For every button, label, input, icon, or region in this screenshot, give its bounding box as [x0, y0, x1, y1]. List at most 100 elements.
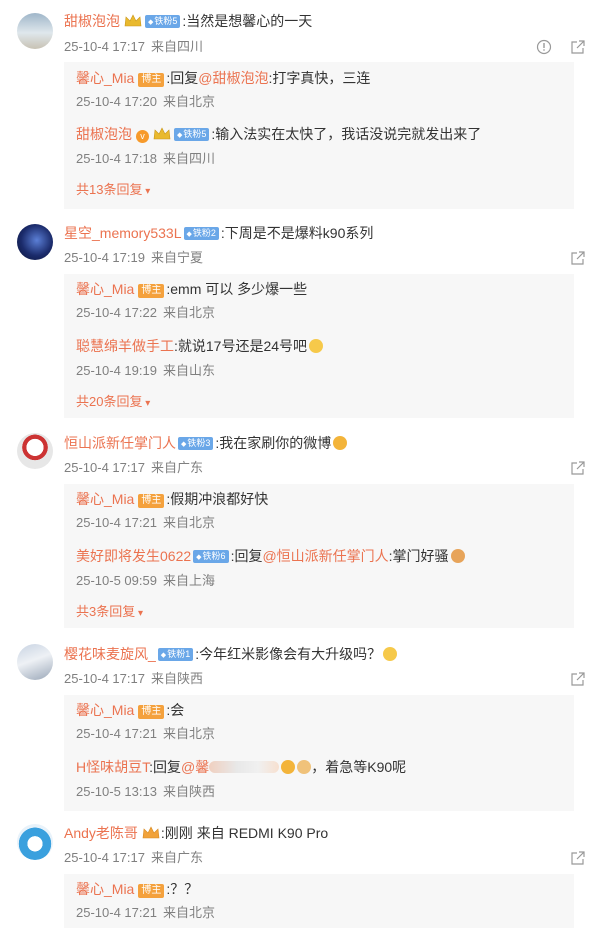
emoji-icon: [281, 760, 296, 774]
author-badge: 博主: [138, 494, 165, 508]
fan-badge: 铁粉6: [193, 550, 229, 563]
reply: 美好即将发生0622铁粉6:回复@恒山派新任掌门人:掌门好骚: [76, 546, 465, 566]
timestamp: 25-10-4 17:21: [76, 515, 157, 530]
reply-text: :emm 可以 多少爆一些: [166, 281, 308, 297]
reply: 馨心_Mia 博主:假期冲浪都好快: [76, 489, 268, 509]
avatar[interactable]: [17, 433, 53, 469]
avatar[interactable]: [17, 644, 53, 680]
more-replies-link[interactable]: 共13条回复: [76, 181, 150, 201]
reply-text: :就说17号还是24号吧: [174, 338, 308, 354]
timestamp: 25-10-4 17:21: [76, 726, 157, 741]
location: 来自广东: [150, 850, 203, 865]
username[interactable]: 馨心_Mia: [76, 70, 134, 86]
username[interactable]: 樱花味麦旋风_: [64, 646, 156, 662]
location: 来自北京: [162, 305, 215, 320]
crown-icon: [124, 14, 142, 27]
share-icon[interactable]: [570, 671, 586, 687]
reply-prefix: :回复: [149, 759, 182, 775]
timestamp: 25-10-5 09:59: [76, 573, 157, 588]
location: 来自上海: [162, 573, 215, 588]
author-badge: 博主: [138, 284, 165, 298]
comment-text: :当然是想馨心的一天: [182, 13, 313, 29]
reply-meta: 25-10-4 17:18 来自四川: [76, 150, 221, 168]
avatar[interactable]: [17, 13, 53, 49]
reply-meta: 25-10-5 13:13 来自陕西: [76, 783, 221, 801]
username[interactable]: Andy老陈哥: [64, 825, 138, 841]
reply-text: :假期冲浪都好快: [166, 491, 269, 507]
share-icon[interactable]: [570, 39, 586, 55]
comment-header: Andy老陈哥 :刚刚 来自 REDMI K90 Pro: [64, 823, 328, 843]
location: 来自四川: [150, 39, 203, 54]
fan-badge: 铁粉3: [178, 437, 214, 450]
reply: 馨心_Mia 博主:？？: [76, 879, 198, 899]
emoji-icon: [297, 760, 312, 774]
location: 来自北京: [162, 905, 215, 920]
timestamp: 25-10-4 17:20: [76, 94, 157, 109]
reply-list: 馨心_Mia 博主:回复@甜椒泡泡:打字真快，三连 25-10-4 17:20 来自…: [64, 62, 574, 209]
comment-text: :我在家刷你的微博: [215, 435, 332, 451]
mention-link[interactable]: @馨: [181, 759, 209, 775]
timestamp: 25-10-4 17:17: [64, 39, 145, 54]
reply-meta: 25-10-5 09:59 来自上海: [76, 572, 221, 590]
reply-text: :？？: [166, 881, 199, 897]
timestamp: 25-10-4 17:21: [76, 905, 157, 920]
username[interactable]: 馨心_Mia: [76, 702, 134, 718]
emoji-icon: [309, 339, 324, 353]
mention-link[interactable]: @甜椒泡泡: [198, 70, 268, 86]
comment-text: :下周是不是爆料k90系列: [220, 225, 374, 241]
emoji-icon: [333, 436, 348, 450]
fan-badge: 铁粉1: [157, 648, 194, 661]
comment-meta: 25-10-4 17:17 来自广东: [64, 459, 209, 477]
reply: H怪味胡豆T:回复@馨 ，着急等K90呢: [76, 757, 406, 777]
location: 来自四川: [162, 151, 215, 166]
username[interactable]: H怪味胡豆T: [76, 759, 149, 775]
username[interactable]: 星空_memory533L: [64, 225, 182, 241]
comment-meta: 25-10-4 17:19 来自宁夏: [64, 249, 209, 267]
reply: 甜椒泡泡 v 铁粉5:输入法实在太快了，我话没说完就发出来了: [76, 124, 481, 144]
reply-meta: 25-10-4 17:22 来自北京: [76, 304, 221, 322]
report-icon[interactable]: [536, 39, 552, 55]
username[interactable]: 馨心_Mia: [76, 281, 134, 297]
username[interactable]: 美好即将发生0622: [76, 548, 191, 564]
comment-header: 甜椒泡泡 铁粉5:当然是想馨心的一天: [64, 11, 312, 31]
fan-badge: 铁粉5: [174, 128, 210, 141]
username[interactable]: 馨心_Mia: [76, 881, 134, 897]
reply-text: :掌门好骚: [388, 548, 449, 564]
share-icon[interactable]: [570, 250, 586, 266]
author-badge: 博主: [138, 884, 165, 898]
share-icon[interactable]: [570, 850, 586, 866]
timestamp: 25-10-4 17:17: [64, 850, 145, 865]
emoji-icon: [450, 549, 465, 563]
reply: 馨心_Mia 博主:会: [76, 700, 184, 720]
timestamp: 25-10-4 17:17: [64, 460, 145, 475]
username[interactable]: 馨心_Mia: [76, 491, 134, 507]
reply-meta: 25-10-4 17:20 来自北京: [76, 93, 221, 111]
username[interactable]: 恒山派新任掌门人: [64, 435, 176, 451]
emoji-icon: [383, 647, 398, 661]
reply-text: :输入法实在太快了，我话没说完就发出来了: [211, 126, 482, 142]
more-replies-link[interactable]: 共20条回复: [76, 393, 150, 413]
username[interactable]: 聪慧绵羊做手工: [76, 338, 174, 354]
avatar[interactable]: [17, 224, 53, 260]
share-icon[interactable]: [570, 460, 586, 476]
fan-badge: 铁粉5: [145, 15, 181, 28]
username[interactable]: 甜椒泡泡: [76, 126, 132, 142]
comment-header: 星空_memory533L铁粉2:下周是不是爆料k90系列: [64, 223, 373, 243]
more-replies-link[interactable]: 共3条回复: [76, 603, 143, 623]
comment-meta: 25-10-4 17:17 来自陕西: [64, 670, 209, 688]
username[interactable]: 甜椒泡泡: [64, 13, 120, 29]
location: 来自山东: [162, 363, 215, 378]
comment-text: :刚刚 来自 REDMI K90 Pro: [160, 825, 329, 841]
reply-text: :打字真快，三连: [268, 70, 371, 86]
author-badge: 博主: [138, 73, 165, 87]
comment-header: 樱花味麦旋风_铁粉1:今年红米影像会有大升级吗？: [64, 644, 398, 664]
author-badge: 博主: [138, 705, 165, 719]
mention-link[interactable]: @恒山派新任掌门人: [262, 548, 388, 564]
avatar[interactable]: [17, 824, 53, 860]
location: 来自陕西: [162, 784, 215, 799]
fan-badge: 铁粉2: [183, 227, 219, 240]
crown-icon: [142, 826, 160, 839]
comment-text: :今年红米影像会有大升级吗？: [195, 646, 382, 662]
reply-prefix: :回复: [230, 548, 263, 564]
verified-icon: v: [136, 130, 149, 143]
